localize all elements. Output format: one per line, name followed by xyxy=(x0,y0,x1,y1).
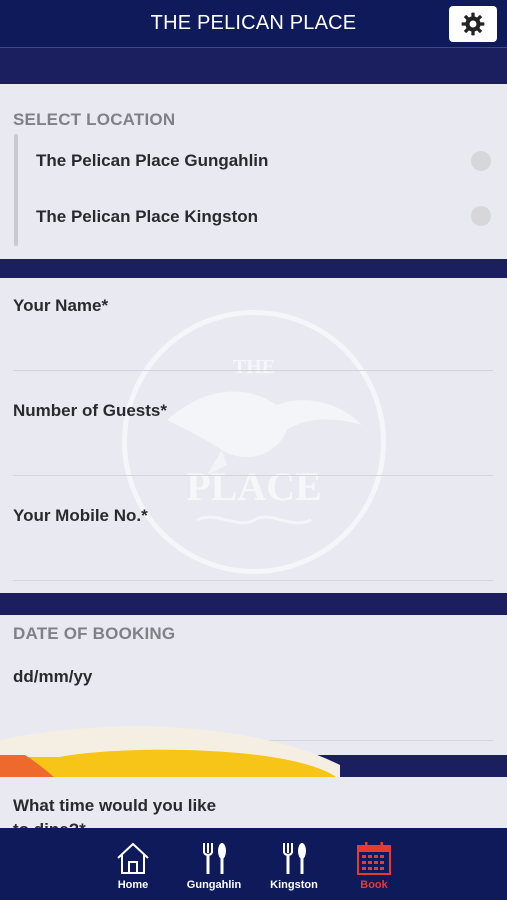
gear-icon xyxy=(461,12,485,36)
section-divider xyxy=(0,49,507,84)
name-input[interactable] xyxy=(13,370,493,371)
nav-book-label: Book xyxy=(360,879,388,891)
logo-text-bottom: PLACE xyxy=(186,464,322,509)
mobile-input[interactable] xyxy=(13,580,493,581)
location-option-gungahlin[interactable]: The Pelican Place Gungahlin xyxy=(36,151,268,171)
radio-kingston[interactable] xyxy=(471,206,491,226)
calendar-icon xyxy=(357,842,391,875)
name-label: Your Name* xyxy=(13,296,109,315)
nav-book[interactable]: Book xyxy=(334,828,414,900)
home-icon xyxy=(117,842,149,874)
location-list-indicator xyxy=(14,134,18,246)
pelican-logo-watermark: THE PLACE xyxy=(122,310,386,574)
fork-knife-icon xyxy=(283,843,306,874)
bottom-nav: Home Gungahlin Kingston Book xyxy=(0,828,507,900)
location-option-kingston[interactable]: The Pelican Place Kingston xyxy=(36,207,258,227)
app-title: THE PELICAN PLACE xyxy=(150,12,357,34)
mobile-label: Your Mobile No.* xyxy=(13,506,148,525)
settings-button[interactable] xyxy=(449,6,497,42)
radio-gungahlin[interactable] xyxy=(471,151,491,171)
nav-kingston[interactable]: Kingston xyxy=(254,828,334,900)
guests-label: Number of Guests* xyxy=(13,401,167,420)
section-divider xyxy=(0,259,507,278)
nav-gungahlin-label: Gungahlin xyxy=(186,879,242,891)
app-header: THE PELICAN PLACE xyxy=(0,0,507,48)
time-label: What time would you like to dine?* xyxy=(13,796,217,828)
date-heading: DATE OF BOOKING xyxy=(13,624,176,643)
select-location-heading: SELECT LOCATION xyxy=(13,110,176,129)
date-input[interactable]: dd/mm/yy xyxy=(13,667,92,687)
nav-home[interactable]: Home xyxy=(93,828,173,900)
section-divider xyxy=(0,593,507,615)
nav-gungahlin[interactable]: Gungahlin xyxy=(174,828,254,900)
guests-input[interactable] xyxy=(13,475,493,476)
nav-kingston-label: Kingston xyxy=(270,879,318,891)
logo-text-top: THE xyxy=(233,356,275,378)
nav-home-label: Home xyxy=(117,879,149,891)
section-divider xyxy=(340,755,507,777)
fork-knife-icon xyxy=(203,843,226,874)
